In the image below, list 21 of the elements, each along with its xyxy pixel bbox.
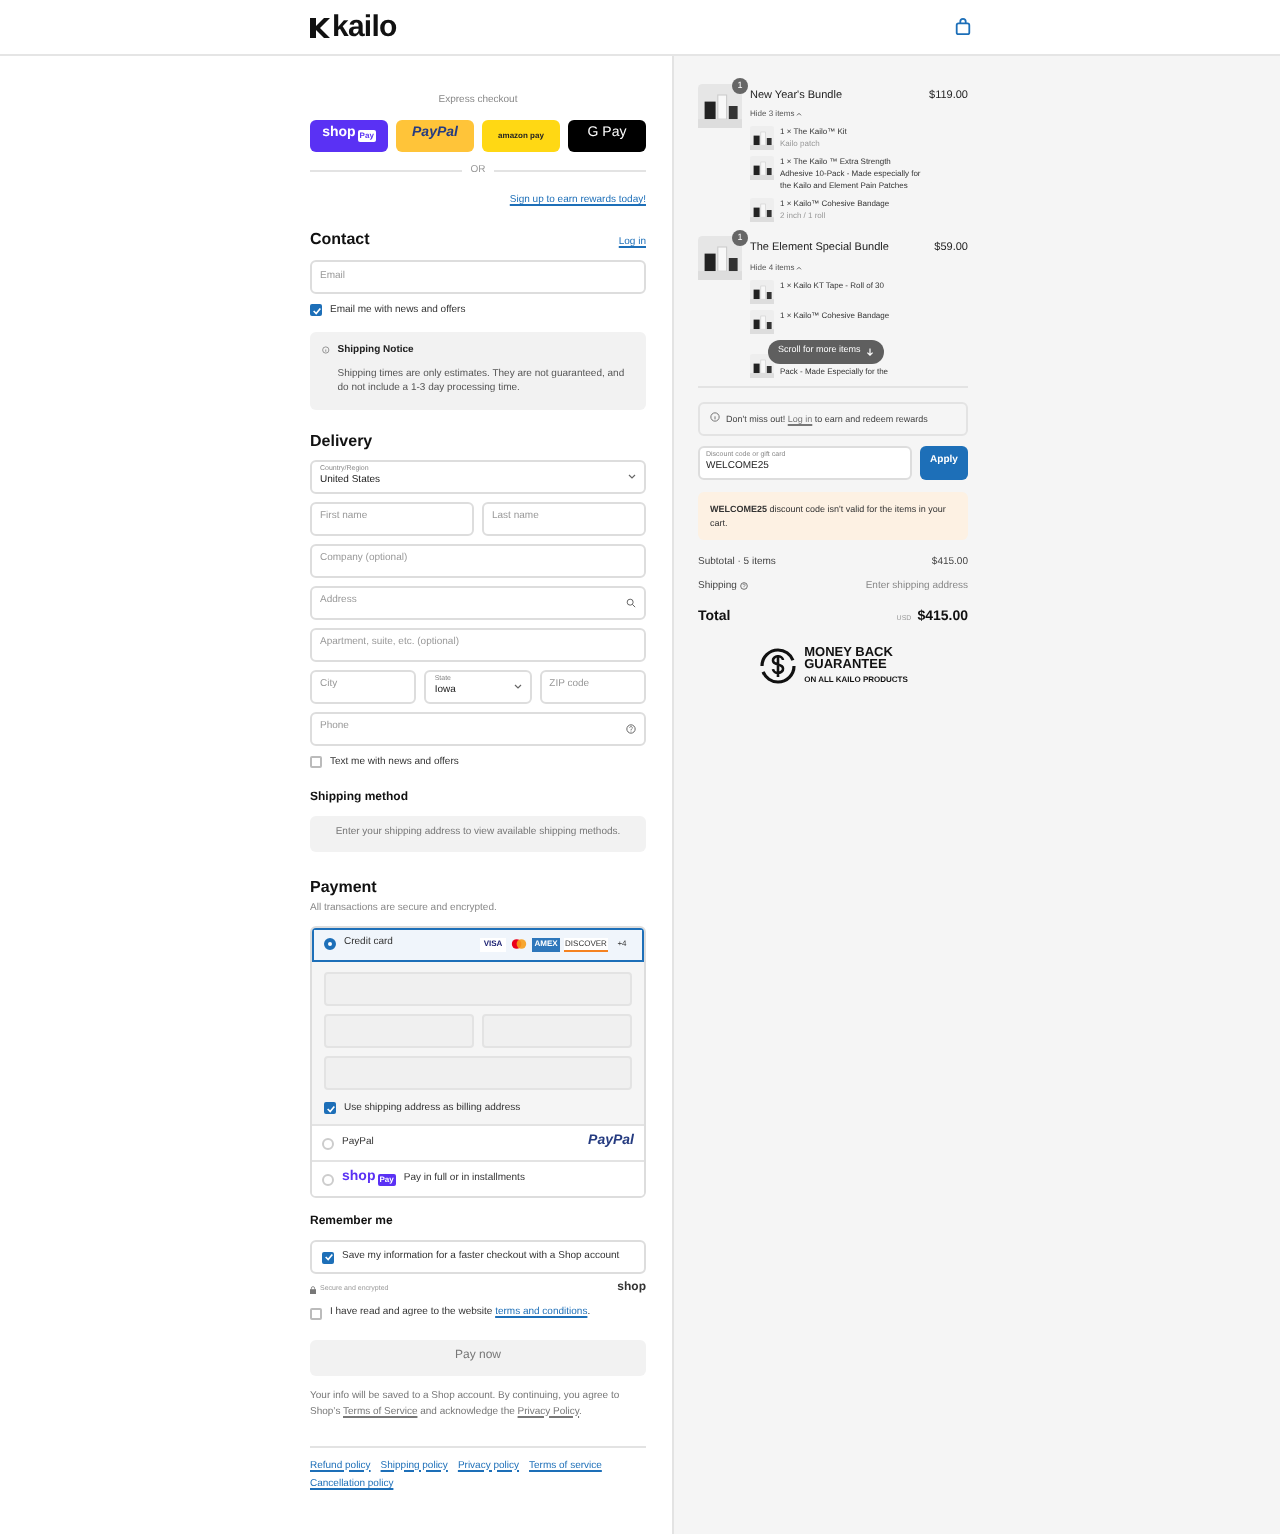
checkbox[interactable] — [310, 1307, 322, 1320]
arrow-down-icon — [866, 347, 875, 355]
info-icon — [710, 411, 720, 421]
chevron-down-icon — [628, 473, 636, 479]
info-icon — [322, 344, 330, 356]
chevron-up-icon — [796, 112, 803, 117]
search-icon — [626, 597, 636, 607]
shopping-bag-icon[interactable] — [954, 18, 972, 36]
radio-button[interactable] — [324, 938, 336, 950]
lock-icon — [310, 1285, 316, 1293]
section-heading: Delivery — [310, 429, 375, 453]
checkbox[interactable] — [310, 756, 322, 769]
chevron-down-icon — [513, 683, 522, 689]
mastercard-logo-icon — [510, 938, 528, 950]
logo[interactable]: kailo — [332, 12, 397, 42]
dollar-cycle-icon — [758, 645, 799, 686]
help-icon — [740, 582, 749, 591]
logo-mark-icon — [310, 17, 330, 37]
help-icon — [626, 723, 636, 733]
section-heading: Payment — [310, 876, 379, 900]
section-heading: Contact — [310, 227, 370, 251]
